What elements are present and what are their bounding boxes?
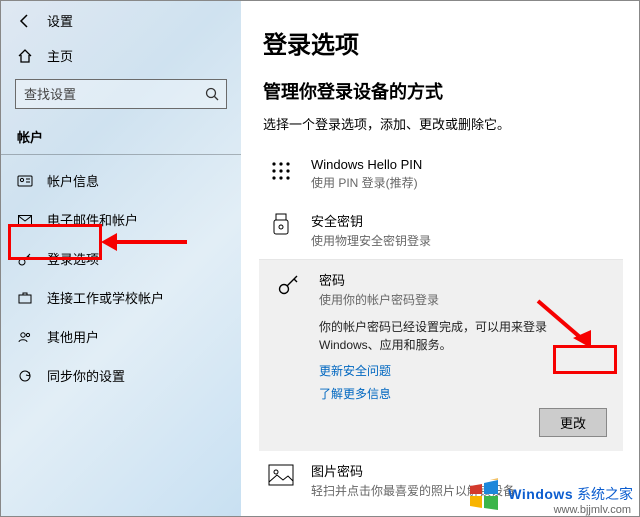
divider bbox=[1, 154, 241, 155]
search-icon[interactable] bbox=[201, 83, 223, 105]
option-desc: 使用你的帐户密码登录 bbox=[319, 291, 607, 308]
back-icon[interactable] bbox=[17, 13, 33, 29]
option-desc: 使用 PIN 登录(推荐) bbox=[311, 174, 615, 191]
option-title: 安全密钥 bbox=[311, 211, 615, 230]
home-label: 主页 bbox=[47, 46, 73, 65]
sidebar-item-label: 同步你的设置 bbox=[47, 366, 125, 385]
option-security-key[interactable]: 安全密钥 使用物理安全密钥登录 bbox=[263, 201, 619, 259]
watermark-sub: 系统之家 bbox=[577, 486, 633, 502]
main-content: 登录选项 管理你登录设备的方式 选择一个登录选项，添加、更改或删除它。 Wind… bbox=[241, 1, 639, 516]
windows-logo-icon bbox=[466, 476, 502, 512]
sidebar-item-label: 其他用户 bbox=[47, 327, 99, 346]
option-title: Windows Hello PIN bbox=[311, 157, 615, 172]
search-box[interactable] bbox=[15, 79, 227, 109]
person-card-icon bbox=[17, 173, 33, 189]
sidebar-item-signin-options[interactable]: 登录选项 bbox=[1, 239, 241, 278]
mail-icon bbox=[17, 212, 33, 228]
watermark-url: www.bjjmlv.com bbox=[554, 504, 631, 516]
sidebar-item-label: 帐户信息 bbox=[47, 171, 99, 190]
sidebar-item-sync[interactable]: 同步你的设置 bbox=[1, 356, 241, 395]
option-desc: 使用物理安全密钥登录 bbox=[311, 232, 615, 249]
hint-text: 选择一个登录选项，添加、更改或删除它。 bbox=[263, 114, 619, 133]
sidebar: 设置 主页 帐户 帐户信息 电子邮件和帐户 bbox=[1, 1, 241, 516]
sidebar-item-label: 电子邮件和帐户 bbox=[47, 210, 138, 229]
settings-label: 设置 bbox=[47, 11, 73, 30]
change-password-button[interactable]: 更改 bbox=[539, 408, 607, 437]
people-icon bbox=[17, 329, 33, 345]
sidebar-item-label: 登录选项 bbox=[47, 249, 99, 268]
page-title: 登录选项 bbox=[263, 25, 619, 60]
password-detail-text: 你的帐户密码已经设置完成，可以用来登录 Windows、应用和服务。 bbox=[319, 318, 607, 354]
picture-icon bbox=[267, 461, 295, 489]
search-input[interactable] bbox=[15, 79, 227, 109]
usb-key-icon bbox=[267, 211, 295, 239]
key-icon bbox=[17, 251, 33, 267]
sidebar-item-home[interactable]: 主页 bbox=[1, 38, 241, 75]
sidebar-item-work-school[interactable]: 连接工作或学校帐户 bbox=[1, 278, 241, 317]
briefcase-icon bbox=[17, 290, 33, 306]
option-title: 密码 bbox=[319, 270, 607, 289]
option-password-expanded: 密码 使用你的帐户密码登录 你的帐户密码已经设置完成，可以用来登录 Window… bbox=[259, 259, 623, 451]
sidebar-item-account-info[interactable]: 帐户信息 bbox=[1, 161, 241, 200]
page-subtitle: 管理你登录设备的方式 bbox=[263, 78, 619, 104]
link-learn-more[interactable]: 了解更多信息 bbox=[319, 385, 607, 402]
link-update-security-questions[interactable]: 更新安全问题 bbox=[319, 362, 607, 379]
home-icon bbox=[17, 48, 33, 64]
sidebar-item-other-users[interactable]: 其他用户 bbox=[1, 317, 241, 356]
watermark: Windows 系统之家 www.bjjmlv.com bbox=[466, 476, 633, 512]
pin-keypad-icon bbox=[267, 157, 295, 185]
option-password[interactable]: 密码 使用你的帐户密码登录 bbox=[275, 270, 607, 312]
key-icon bbox=[275, 270, 303, 298]
option-hello-pin[interactable]: Windows Hello PIN 使用 PIN 登录(推荐) bbox=[263, 147, 619, 201]
sidebar-section-title: 帐户 bbox=[1, 119, 241, 150]
sidebar-item-email[interactable]: 电子邮件和帐户 bbox=[1, 200, 241, 239]
sync-icon bbox=[17, 368, 33, 384]
sidebar-item-label: 连接工作或学校帐户 bbox=[47, 288, 164, 307]
watermark-brand: Windows bbox=[508, 486, 573, 502]
